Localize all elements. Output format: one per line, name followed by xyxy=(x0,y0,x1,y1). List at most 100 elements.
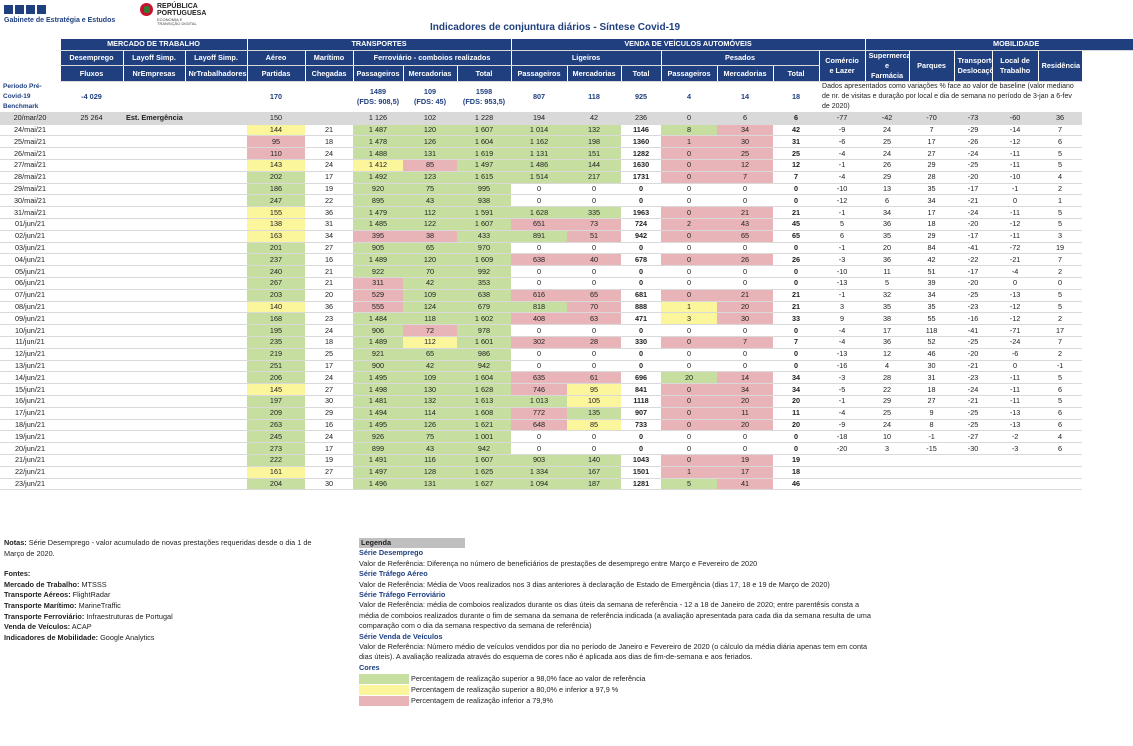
row-nr-empresas xyxy=(123,135,185,149)
row-value: 27 xyxy=(305,466,353,479)
row-value: -17 xyxy=(954,183,993,196)
row-value: 335 xyxy=(567,206,622,219)
row-value: 109 xyxy=(403,289,457,302)
row-value: 1 131 xyxy=(511,147,568,160)
row-value: 0 xyxy=(661,183,718,196)
row-value: -4 xyxy=(992,265,1039,278)
row-value: -1 xyxy=(992,183,1039,196)
row-nr-trabalhadores xyxy=(185,478,247,491)
row-value: 25 xyxy=(865,135,910,149)
row-value: -4 xyxy=(819,407,866,420)
row-fluxos xyxy=(60,147,123,160)
row-fluxos xyxy=(60,371,123,385)
table-row: 18/jun/21 263 16 1 495 126 1 621 648 85 733 0 20 20… xyxy=(0,419,1133,432)
row-value: 529 xyxy=(353,289,403,302)
table-row: 08/jun/21 140 36 555 124 679 818 70 888 1 20 21 3 35 3… xyxy=(0,301,1133,314)
row-value: 38 xyxy=(865,312,910,326)
row-value: 17 xyxy=(865,324,910,337)
row-fluxos xyxy=(60,442,123,455)
row-value: 109 xyxy=(403,371,457,385)
row-value: 0 xyxy=(661,348,718,361)
col-chegadas: Chegadas xyxy=(304,65,354,82)
col-ligeiros: Ligeiros xyxy=(510,50,662,67)
row-value: -11 xyxy=(992,230,1039,243)
row-value: -4 xyxy=(819,147,866,160)
row-value: 219 xyxy=(247,348,305,361)
row-value: 5 xyxy=(1038,395,1083,408)
row-value: 1 489 xyxy=(353,253,403,267)
row-value: 970 xyxy=(457,242,512,255)
benchmark-ferro-pass: 1489 (FDS: 908,5) xyxy=(353,81,403,113)
row-value: 3 xyxy=(865,442,910,455)
row-value: 1 014 xyxy=(511,124,568,137)
row-value: 907 xyxy=(621,407,662,420)
table-row: 29/mai/21 186 19 920 75 995 0 0 0 0 0 0 -10 13 35 -17 -1… xyxy=(0,183,1133,196)
row-value: 222 xyxy=(247,454,305,467)
row-value: -10 xyxy=(992,171,1039,184)
row-value: 29 xyxy=(909,159,955,172)
row-value: 29 xyxy=(865,395,910,408)
row-value: 0 xyxy=(773,183,820,196)
row-value: 0 xyxy=(661,253,718,267)
group-labour-market: MERCADO DE TRABALHO xyxy=(59,38,248,51)
row-value: 0 xyxy=(661,147,718,160)
row-value: 1 627 xyxy=(457,478,512,491)
row-value: -24 xyxy=(954,383,993,396)
row-value: 7 xyxy=(717,171,774,184)
group-mobility: MOBILIDADE xyxy=(864,38,1133,51)
row-nr-empresas xyxy=(123,230,185,243)
row-value: 0 xyxy=(511,194,568,208)
logo-square-icon xyxy=(26,5,35,14)
row-value: 942 xyxy=(457,360,512,373)
row-value: -13 xyxy=(992,407,1039,420)
group-transport: TRANSPORTES xyxy=(246,38,512,51)
row-value: 5 xyxy=(661,478,718,491)
row-value: 151 xyxy=(567,147,622,160)
emergency-fluxos: 25 264 xyxy=(60,112,123,125)
row-value: 21 xyxy=(773,206,820,219)
legend-series-unemployment-text: Valor de Referência: Diferença no número… xyxy=(359,558,758,568)
col-local-trabalho: Local de Trabalho xyxy=(991,50,1039,82)
row-nr-trabalhadores xyxy=(185,265,247,278)
row-value: 0 xyxy=(661,324,718,337)
row-value: 13 xyxy=(865,183,910,196)
row-value: 126 xyxy=(403,135,457,149)
row-value: -22 xyxy=(954,253,993,267)
row-value: 70 xyxy=(567,301,622,314)
row-value: 34 xyxy=(773,383,820,396)
row-value: 679 xyxy=(457,301,512,314)
row-date: 08/jun/21 xyxy=(0,301,60,314)
row-nr-trabalhadores xyxy=(185,419,247,432)
row-value xyxy=(865,478,910,491)
row-value: 0 xyxy=(511,242,568,255)
row-nr-trabalhadores xyxy=(185,454,247,467)
row-value: 131 xyxy=(403,478,457,491)
emergency-value: 0 xyxy=(661,112,718,125)
legend-series-vehicles: Série Venda de Veículos xyxy=(359,631,443,641)
col-ferro-mercadorias: Mercadorias xyxy=(402,65,458,82)
row-value: 2 xyxy=(1038,312,1083,326)
row-nr-trabalhadores xyxy=(185,466,247,479)
row-date: 28/mai/21 xyxy=(0,171,60,184)
row-value: 1 162 xyxy=(511,135,568,149)
row-value: 7 xyxy=(909,124,955,137)
legend-series-rail: Série Tráfego Ferroviário xyxy=(359,590,446,600)
row-value: 20 xyxy=(661,371,718,385)
row-date: 05/jun/21 xyxy=(0,265,60,278)
row-date: 26/mai/21 xyxy=(0,147,60,160)
row-value: 0 xyxy=(773,277,820,290)
row-value: -17 xyxy=(954,265,993,278)
benchmark-fluxos: -4 029 xyxy=(60,81,123,113)
row-value: 202 xyxy=(247,171,305,184)
legend-color-red: Percentagem de realização inferior a 79,… xyxy=(359,695,879,706)
row-value: 132 xyxy=(403,395,457,408)
row-value: 0 xyxy=(567,324,622,337)
row-value: -2 xyxy=(992,430,1039,444)
emergency-value: -70 xyxy=(909,112,955,125)
row-fluxos xyxy=(60,466,123,479)
legend-series-rail-text: Valor de Referência: média de comboios r… xyxy=(359,600,871,631)
row-value: 6 xyxy=(865,194,910,208)
row-value: 24 xyxy=(305,430,353,444)
row-nr-empresas xyxy=(123,478,185,491)
row-value: 65 xyxy=(717,230,774,243)
